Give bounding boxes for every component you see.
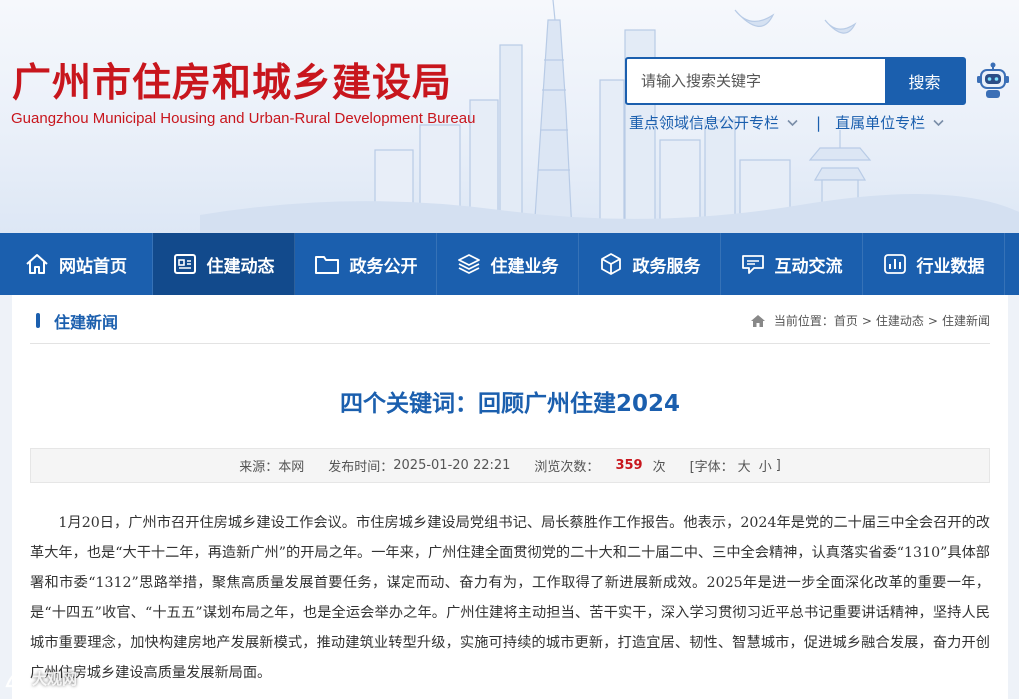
font-size-small-button[interactable]: 小 [759, 456, 772, 475]
quick-links: 重点领域信息公开专栏 | 直属单位专栏 [629, 112, 944, 133]
site-title[interactable]: 广州市住房和城乡建设局 [12, 52, 452, 108]
breadcrumb-separator: > [927, 313, 938, 328]
search-input[interactable] [627, 59, 885, 103]
home-icon [26, 254, 48, 274]
nav-item-label: 住建动态 [206, 256, 275, 277]
breadcrumb-home[interactable]: 首页 [834, 312, 858, 329]
nav-item-interaction[interactable]: 互动交流 [721, 233, 863, 295]
quick-link-label: 直属单位专栏 [835, 114, 926, 132]
home-icon [750, 314, 765, 327]
quick-link-key-areas[interactable]: 重点领域信息公开专栏 [629, 112, 798, 133]
quick-links-separator: | [816, 113, 822, 132]
content-panel: 住建新闻 当前位置： 首页 > 住建动态 > 住建新闻 四个关键词：回顾广州住建… [12, 295, 1008, 699]
breadcrumb-prefix: 当前位置： [773, 314, 834, 328]
main-nav: 网站首页 住建动态 政务公开 住建业务 政务服务 互动交流 行业数据 [0, 233, 1019, 295]
nav-item-gov-services[interactable]: 政务服务 [579, 233, 721, 295]
nav-item-label: 住建业务 [490, 256, 559, 277]
watermark: 大观网 [4, 666, 77, 690]
views-unit: 次 [652, 460, 666, 475]
nav-item-label: 网站首页 [59, 256, 127, 277]
font-size-large-button[interactable]: 大 [738, 456, 751, 475]
article-meta: 来源： 本网 发布时间： 2025-01-20 22:21 浏览次数： 359 … [30, 448, 990, 483]
chart-icon [883, 254, 906, 274]
chevron-down-icon [933, 119, 944, 126]
article-title: 四个关键词：回顾广州住建2024 [339, 391, 680, 417]
site-subtitle: Guangzhou Municipal Housing and Urban-Ru… [11, 110, 476, 127]
nav-item-label: 政务服务 [632, 256, 701, 277]
nav-item-housing-news[interactable]: 住建动态 [153, 233, 295, 295]
views-label: 浏览次数： [534, 460, 600, 475]
date-label: 发布时间： [328, 460, 394, 475]
search-box: 搜索 [625, 57, 966, 105]
search-button[interactable]: 搜索 [885, 59, 964, 103]
robot-assistant-icon[interactable] [976, 62, 1010, 100]
watermark-logo-icon [5, 668, 32, 688]
layers-icon [457, 254, 480, 274]
breadcrumb-housing-news[interactable]: 住建动态 [876, 312, 924, 329]
nav-item-label: 行业数据 [916, 256, 985, 277]
view-count: 359 [615, 458, 643, 473]
folder-icon [314, 256, 339, 274]
breadcrumb-separator: > [861, 313, 872, 328]
nav-item-housing-business[interactable]: 住建业务 [437, 233, 579, 295]
source-value: 本网 [278, 460, 305, 475]
site-header: 广州市住房和城乡建设局 Guangzhou Municipal Housing … [0, 0, 1019, 233]
section-title[interactable]: 住建新闻 [54, 309, 118, 333]
chat-icon [741, 255, 764, 274]
section-header: 住建新闻 当前位置： 首页 > 住建动态 > 住建新闻 [30, 295, 990, 344]
publish-date: 2025-01-20 22:21 [393, 458, 511, 473]
breadcrumb: 当前位置： 首页 > 住建动态 > 住建新闻 [750, 312, 990, 329]
quick-link-label: 重点领域信息公开专栏 [629, 114, 780, 132]
source-label: 来源： [239, 460, 279, 475]
nav-item-label: 政务公开 [349, 256, 418, 277]
nav-item-gov-affairs[interactable]: 政务公开 [295, 233, 437, 295]
nav-item-industry-data[interactable]: 行业数据 [863, 233, 1005, 295]
font-size-close: ] [775, 458, 781, 473]
nav-item-home[interactable]: 网站首页 [0, 233, 153, 295]
chevron-down-icon [787, 119, 798, 126]
quick-link-affiliated-units[interactable]: 直属单位专栏 [835, 112, 944, 133]
nav-item-label: 互动交流 [774, 256, 843, 277]
watermark-text: 大观网 [32, 669, 78, 688]
breadcrumb-current[interactable]: 住建新闻 [942, 312, 990, 329]
font-size-label: [字体： [689, 460, 734, 475]
article-body: 1月20日，广州市召开住房城乡建设工作会议。市住房城乡建设局党组书记、局长蔡胜作… [30, 515, 990, 681]
section-marker [36, 313, 40, 328]
news-icon [173, 254, 196, 274]
cube-icon [600, 253, 621, 275]
